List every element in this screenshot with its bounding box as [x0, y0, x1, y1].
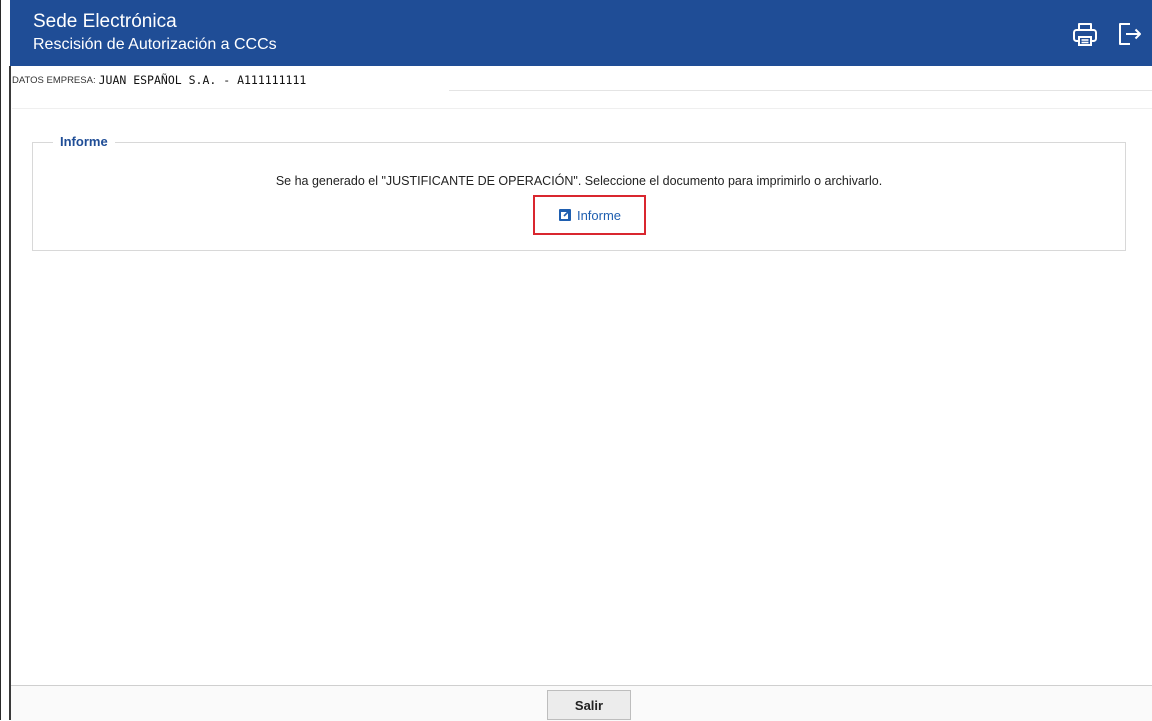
- logout-icon: [1119, 23, 1141, 45]
- app-window: Sede Electrónica Rescisión de Autorizaci…: [0, 0, 1152, 721]
- page-subtitle: Rescisión de Autorización a CCCs: [33, 36, 277, 53]
- section-legend: Informe: [53, 134, 115, 150]
- external-link-icon: [558, 209, 571, 221]
- informe-link[interactable]: Informe: [533, 195, 646, 235]
- print-button[interactable]: [1068, 17, 1102, 51]
- info-message: Se ha generado el "JUSTIFICANTE DE OPERA…: [275, 174, 883, 188]
- informe-section: Informe Se ha generado el "JUSTIFICANTE …: [32, 134, 1126, 251]
- printer-icon: [1073, 23, 1097, 46]
- divider: [449, 90, 1152, 91]
- app-header: Sede Electrónica Rescisión de Autorizaci…: [10, 0, 1152, 66]
- footer-bar: Salir: [11, 685, 1152, 721]
- company-data-value: JUAN ESPAÑOL S.A. - A111111111: [98, 73, 307, 87]
- logout-button[interactable]: [1112, 17, 1146, 51]
- divider: [12, 108, 1152, 109]
- exit-button[interactable]: Salir: [547, 690, 631, 720]
- company-data-label: DATOS EMPRESA:: [12, 74, 96, 86]
- left-border: [9, 66, 11, 720]
- company-data: DATOS EMPRESA: JUAN ESPAÑOL S.A. - A1111…: [12, 70, 306, 90]
- app-title: Sede Electrónica: [33, 11, 177, 32]
- informe-link-label: Informe: [576, 207, 622, 223]
